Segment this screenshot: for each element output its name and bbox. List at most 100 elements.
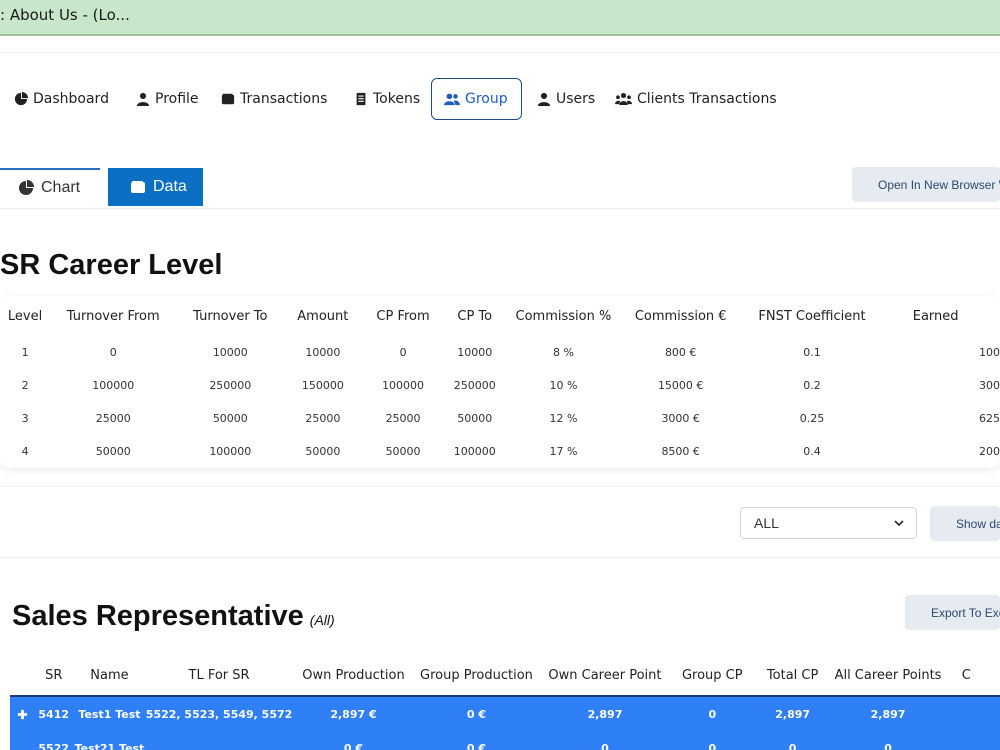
career-table: Level Turnover From Turnover To Amount C… (0, 296, 1000, 468)
cell: 0 (752, 731, 833, 750)
col-turnover-to: Turnover To (193, 308, 268, 324)
career-table-card: Level Turnover From Turnover To Amount C… (0, 296, 1000, 468)
table-row: 2 100000 250000 150000 100000 250000 10 % 15000… (0, 369, 1000, 402)
cell: 25000 (95, 412, 131, 425)
nav-users[interactable]: Users (537, 78, 595, 120)
col-group-production: Group Production (420, 667, 533, 683)
col-commission-percent: Commission % (515, 308, 612, 324)
cell: Test1 Test (73, 696, 146, 731)
nav-tokens[interactable]: Tokens (354, 78, 420, 120)
cell: 0 (671, 731, 753, 750)
col-fnst-coefficient: FNST Coefficient (758, 308, 866, 324)
cell: 100000 (382, 379, 425, 392)
cell: 10 % (549, 379, 578, 392)
cell: 50000 (305, 445, 341, 458)
col-cp-to: CP To (457, 308, 493, 324)
expand-row-button[interactable] (10, 696, 35, 731)
col-commission-euro: Commission € (634, 308, 727, 324)
show-data-button[interactable]: Show da (930, 506, 1000, 541)
main-nav: Dashboard Profile Transactions Tokens Gr… (0, 78, 1000, 122)
cell: 5412 (34, 696, 74, 731)
cell (943, 731, 1000, 750)
level-filter-value: ALL (754, 515, 779, 531)
nav-tokens-label: Tokens (373, 91, 421, 107)
col-cp-from: CP From (376, 308, 430, 324)
cell: 8500 € (661, 445, 700, 458)
nav-clients-transactions[interactable]: Clients Transactions (615, 78, 777, 120)
export-excel-label: Export To Exc (931, 605, 1000, 620)
cell: 0.25 (799, 412, 825, 425)
career-header-row: Level Turnover From Turnover To Amount C… (0, 296, 1000, 336)
career-divider (0, 486, 1000, 487)
cell: 50000 (385, 445, 421, 458)
cell: 5522 (34, 731, 74, 750)
cell: 0 (109, 346, 117, 359)
window-titlebar: : About Us - (Lo... (0, 0, 1000, 36)
receipt-icon (356, 92, 366, 106)
col-name: Name (90, 667, 129, 683)
show-data-label: Show da (956, 516, 1000, 531)
cell: 3000 € (661, 412, 700, 425)
tab-data[interactable]: Data (108, 168, 203, 206)
tab-chart[interactable]: Chart (0, 168, 100, 206)
cell: 250000 (209, 379, 252, 392)
table-row: 3 25000 50000 25000 25000 50000 12 % 3000 € 0.25… (0, 402, 1000, 435)
col-group-cp: Group CP (681, 667, 743, 683)
table-row[interactable]: 5412 Test1 Test 5522, 5523, 5549, 5572 2,89… (10, 696, 1000, 731)
cell: 50000 (95, 445, 131, 458)
cell: 12 % (549, 412, 578, 425)
nav-group[interactable]: Group (431, 78, 522, 120)
nav-dashboard-label: Dashboard (33, 91, 109, 107)
tab-data-label: Data (153, 178, 187, 195)
cell: 100 (979, 346, 1000, 359)
table-row[interactable]: 5522 Test21 Test 0 €0 €0 0 0 0 (10, 731, 1000, 750)
cell: 0 € (414, 731, 539, 750)
sales-title: Sales Representative (All) (12, 600, 335, 633)
user-icon (537, 92, 551, 106)
sales-subtitle: (All) (309, 612, 335, 628)
cell: 2,897 € (292, 696, 415, 731)
cell (10, 731, 35, 750)
col-expand (10, 655, 34, 696)
open-in-browser-label: Open In New Browser W (878, 177, 1000, 192)
sales-header-row: SR Name TL For SR Own Production Group P… (10, 655, 1000, 696)
tabs-divider (0, 208, 1000, 209)
cell: 0 (832, 731, 944, 750)
chevron-down-icon (894, 520, 904, 527)
cell: 25000 (385, 412, 421, 425)
level-filter-select[interactable]: ALL (740, 507, 917, 539)
cell: 25000 (305, 412, 341, 425)
col-sr: SR (45, 667, 63, 683)
col-all-career-points: All Career Points (834, 667, 942, 683)
table-row: 1 0 10000 10000 0 10000 8 % 800 € 0.1 100 (0, 336, 1000, 369)
cell: 0 (538, 731, 672, 750)
plus-icon (17, 709, 27, 720)
col-earned: Earned (912, 308, 959, 324)
col-own-production: Own Production (302, 667, 405, 683)
cell: 150000 (301, 379, 344, 392)
cell: 2 (21, 379, 29, 392)
cell: 0 (671, 696, 753, 731)
window-title: : About Us - (Lo... (0, 6, 130, 24)
cell: Test21 Test (73, 731, 146, 750)
nav-users-label: Users (556, 91, 596, 107)
cell: 250000 (453, 379, 496, 392)
nav-dashboard[interactable]: Dashboard (14, 78, 109, 120)
users-icon (444, 93, 460, 106)
sales-title-text: Sales Representative (12, 600, 304, 632)
export-excel-button[interactable]: Export To Exc (905, 595, 1000, 630)
col-tl-for-sr: TL For SR (188, 667, 250, 683)
col-amount: Amount (297, 308, 349, 324)
pie-chart-icon (19, 180, 34, 195)
cell: 0 € (292, 731, 415, 750)
nav-transactions[interactable]: Transactions (221, 78, 327, 120)
cell: 100000 (92, 379, 135, 392)
col-c: C (961, 667, 971, 683)
open-in-browser-button[interactable]: Open In New Browser W (852, 167, 1000, 202)
people-group-icon (615, 93, 632, 105)
cell: 15000 € (657, 379, 704, 392)
cell: 625 (979, 412, 1000, 425)
cell: 3 (21, 412, 29, 425)
cell: 0 € (414, 696, 539, 731)
nav-profile[interactable]: Profile (136, 78, 199, 120)
